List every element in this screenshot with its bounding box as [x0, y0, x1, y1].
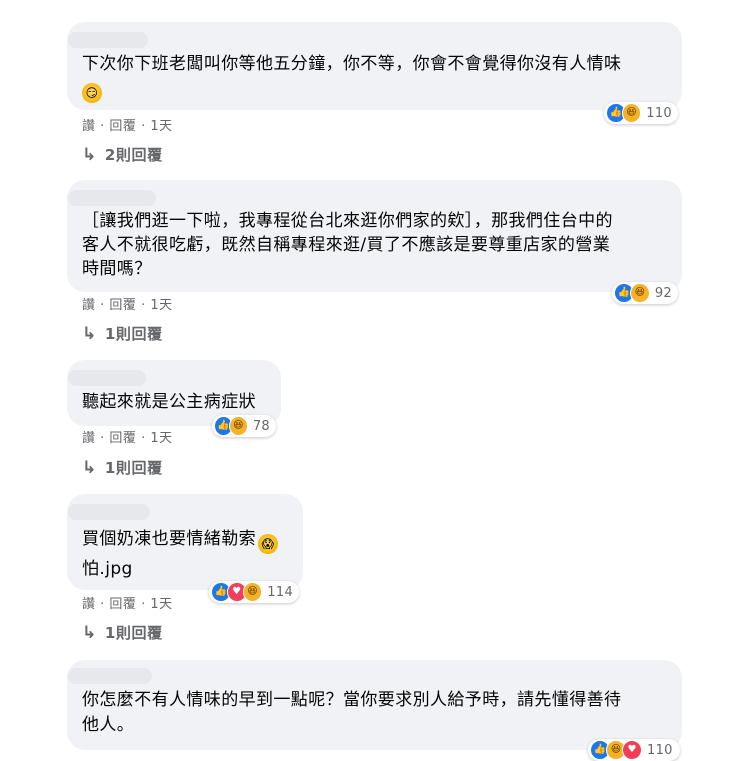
like-link[interactable]: 讚 [82, 597, 96, 612]
like-link[interactable]: 讚 [82, 298, 96, 313]
reply-arrow-icon: ↳ [82, 323, 97, 344]
view-replies-button[interactable]: ↳ 2則回覆 [82, 144, 163, 165]
reaction-count: 92 [654, 285, 672, 301]
comment-text: 你怎麼不有人情味的早到一點呢？當你要求別人給予時，請先懂得善待 他人。 [82, 690, 622, 735]
reply-arrow-icon: ↳ [82, 622, 97, 643]
haha-reaction-icon: 😆 [629, 283, 650, 303]
reaction-summary[interactable]: 👍 😆 78 [212, 415, 276, 437]
author-name-blurred[interactable] [68, 504, 150, 520]
author-name-blurred[interactable] [68, 190, 156, 206]
comment-actions: 讚 · 回覆 · 1天 [82, 298, 173, 313]
replies-label: 1則回覆 [104, 624, 163, 642]
timestamp[interactable]: 1天 [150, 597, 172, 612]
reply-link[interactable]: 回覆 [109, 597, 136, 612]
like-link[interactable]: 讚 [82, 431, 96, 446]
timestamp[interactable]: 1天 [150, 298, 172, 313]
author-name-blurred[interactable] [68, 370, 146, 386]
reaction-summary[interactable]: 👍 😆 ♥ 110 [588, 739, 680, 761]
timestamp[interactable]: 1天 [150, 431, 172, 446]
screaming-emoji-icon: 😱 [258, 534, 278, 554]
view-replies-button[interactable]: ↳ 1則回覆 [82, 323, 163, 344]
timestamp[interactable]: 1天 [150, 119, 172, 134]
replies-label: 1則回覆 [104, 459, 163, 477]
reaction-count: 114 [267, 584, 294, 600]
reaction-count: 78 [252, 418, 270, 434]
reaction-summary[interactable]: 👍 ♥ 😆 114 [209, 581, 299, 603]
comment-text: ［讓我們逛一下啦，我專程從台北來逛你們家的欸］，那我們住台中的 客人不就很吃虧，… [82, 211, 613, 279]
view-replies-button[interactable]: ↳ 1則回覆 [82, 457, 163, 478]
reaction-summary[interactable]: 👍 😆 110 [604, 102, 678, 124]
comment-text: 買個奶凍也要情緒勒索 😱 怕.jpg [82, 524, 278, 584]
haha-reaction-icon: 😆 [228, 416, 248, 436]
reaction-count: 110 [646, 105, 672, 121]
view-replies-button[interactable]: ↳ 1則回覆 [82, 622, 163, 643]
comment-actions: 讚 · 回覆 · 1天 [82, 119, 173, 134]
reaction-count: 110 [647, 742, 673, 758]
comment-text: 聽起來就是公主病症狀 [82, 392, 256, 412]
comment-actions: 讚 · 回覆 · 1天 [82, 597, 173, 612]
replies-label: 1則回覆 [104, 325, 163, 343]
replies-label: 2則回覆 [104, 146, 163, 164]
reply-arrow-icon: ↳ [82, 457, 97, 478]
author-name-blurred[interactable] [68, 32, 148, 48]
reply-link[interactable]: 回覆 [109, 119, 136, 134]
comment-actions: 讚 · 回覆 · 1天 [82, 431, 173, 446]
haha-reaction-icon: 😆 [242, 582, 263, 602]
reaction-summary[interactable]: 👍 😆 92 [612, 282, 678, 304]
smirk-emoji-icon: 😏 [82, 83, 102, 103]
reply-link[interactable]: 回覆 [109, 431, 136, 446]
comment-text: 下次你下班老闆叫你等他五分鐘，你不等，你會不會覺得你沒有人情味 😏 [82, 52, 621, 103]
haha-reaction-icon: 😆 [621, 103, 642, 123]
reply-arrow-icon: ↳ [82, 144, 97, 165]
author-name-blurred[interactable] [68, 668, 152, 684]
love-reaction-icon: ♥ [622, 740, 642, 760]
like-link[interactable]: 讚 [82, 119, 96, 134]
reply-link[interactable]: 回覆 [109, 298, 136, 313]
